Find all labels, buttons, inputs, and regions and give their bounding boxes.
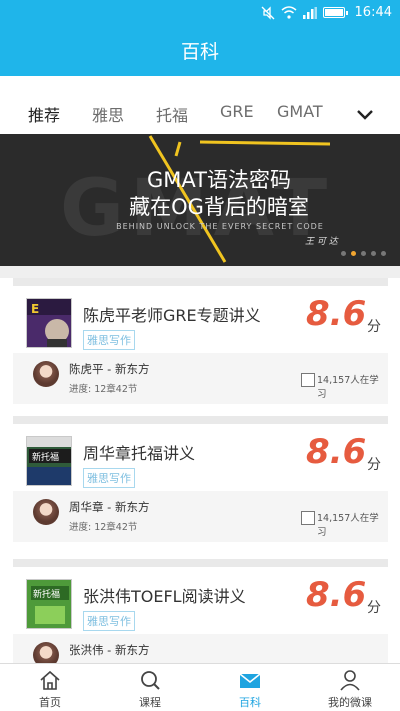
banner-signature: 王 可 达 [305, 237, 338, 247]
search-icon [141, 671, 160, 690]
wifi-icon [281, 6, 297, 19]
avatar [33, 361, 59, 387]
course-title[interactable]: 张洪伟TOEFL阅读讲义 [83, 583, 246, 607]
bottom-nav: 首页 课程 百科 我的微课 [0, 663, 400, 711]
course-progress: 进度: 12章42节 [69, 522, 138, 533]
banner-subtitle: BEHIND UNLOCK THE EVERY SECRET CODE [116, 222, 324, 231]
score-unit: 分 [367, 319, 381, 335]
course-score: 8.6 [306, 432, 367, 472]
teacher-row: 周华章 - 新东方 进度: 12章42节 14,157人在学习 [13, 491, 388, 542]
signal-icon [302, 6, 317, 19]
card-divider [13, 416, 388, 424]
course-cover-image: E [26, 298, 72, 348]
course-progress: 进度: 12章42节 [69, 384, 138, 395]
banner-dot[interactable] [381, 251, 386, 256]
nav-label: 我的微课 [328, 696, 372, 709]
tab-recommend[interactable]: 推荐 [28, 102, 60, 126]
learner-count: 14,157人在学习 [317, 513, 379, 538]
svg-text:新托福: 新托福 [33, 588, 60, 600]
category-tag: 雅思写作 [83, 330, 135, 350]
section-divider [0, 266, 400, 278]
banner-title-line2: 藏在OG背后的暗室 [129, 195, 309, 219]
learner-count: 14,157人在学习 [317, 375, 379, 400]
nav-label: 首页 [39, 696, 61, 709]
score-unit: 分 [367, 600, 381, 616]
category-tag: 雅思写作 [83, 611, 135, 631]
tab-gre[interactable]: GRE [220, 102, 254, 121]
teacher-name: 周华章 - 新东方 [69, 500, 150, 514]
teacher-row: 陈虎平 - 新东方 进度: 12章42节 14,157人在学习 [13, 353, 388, 404]
category-tag: 雅思写作 [83, 468, 135, 488]
tab-toefl[interactable]: 托福 [156, 102, 188, 126]
course-cover-image: 新托福 [26, 436, 72, 486]
banner-title: GMAT语法密码 藏在OG背后的暗室 [114, 167, 324, 221]
banner-dot[interactable] [361, 251, 366, 256]
nav-my-courses[interactable]: 我的微课 [300, 664, 400, 711]
tab-ielts[interactable]: 雅思 [92, 102, 124, 126]
course-score: 8.6 [306, 294, 367, 334]
status-bar: 16:44 [0, 0, 400, 25]
user-icon [340, 670, 360, 691]
learn-checkbox[interactable] [301, 373, 315, 387]
svg-text:新托福: 新托福 [32, 451, 59, 463]
banner-pagination [341, 251, 386, 256]
banner-title-line1: GMAT语法密码 [147, 168, 291, 192]
card-divider [13, 559, 388, 567]
teacher-name: 陈虎平 - 新东方 [69, 362, 150, 376]
promo-banner[interactable]: GMAT GMAT语法密码 藏在OG背后的暗室 BEHIND UNLOCK TH… [0, 134, 400, 266]
nav-label: 课程 [139, 696, 161, 709]
course-card[interactable]: E 陈虎平老师GRE专题讲义 雅思写作 8.6 分 陈虎平 - 新东方 进度: … [13, 278, 388, 408]
category-tabs: 推荐 雅思 托福 GRE GMAT [0, 90, 400, 138]
course-title[interactable]: 陈虎平老师GRE专题讲义 [83, 302, 261, 326]
chevron-down-icon[interactable] [354, 103, 376, 125]
course-card[interactable]: 新托福 周华章托福讲义 雅思写作 8.6 分 周华章 - 新东方 进度: 12章… [13, 416, 388, 546]
avatar [33, 499, 59, 525]
status-icons: 16:44 [261, 4, 392, 21]
svg-text:E: E [31, 302, 39, 316]
nav-courses[interactable]: 课程 [100, 664, 200, 711]
banner-dot[interactable] [371, 251, 376, 256]
page-title: 百科 [0, 25, 400, 76]
mail-icon [239, 673, 261, 688]
nav-label: 百科 [239, 696, 261, 709]
course-cover-image: 新托福 [26, 579, 72, 629]
teacher-name: 张洪伟 - 新东方 [69, 643, 150, 657]
card-divider [13, 278, 388, 286]
score-unit: 分 [367, 457, 381, 473]
mute-icon [261, 5, 274, 20]
banner-dot[interactable] [341, 251, 346, 256]
learn-checkbox[interactable] [301, 511, 315, 525]
nav-home[interactable]: 首页 [0, 664, 100, 711]
home-icon [40, 670, 60, 690]
banner-dot-active[interactable] [351, 251, 356, 256]
course-score: 8.6 [306, 575, 367, 615]
battery-icon [322, 7, 348, 18]
tab-gmat[interactable]: GMAT [277, 102, 323, 121]
status-time: 16:44 [354, 5, 392, 20]
course-title[interactable]: 周华章托福讲义 [83, 440, 195, 464]
nav-wiki[interactable]: 百科 [200, 664, 300, 711]
